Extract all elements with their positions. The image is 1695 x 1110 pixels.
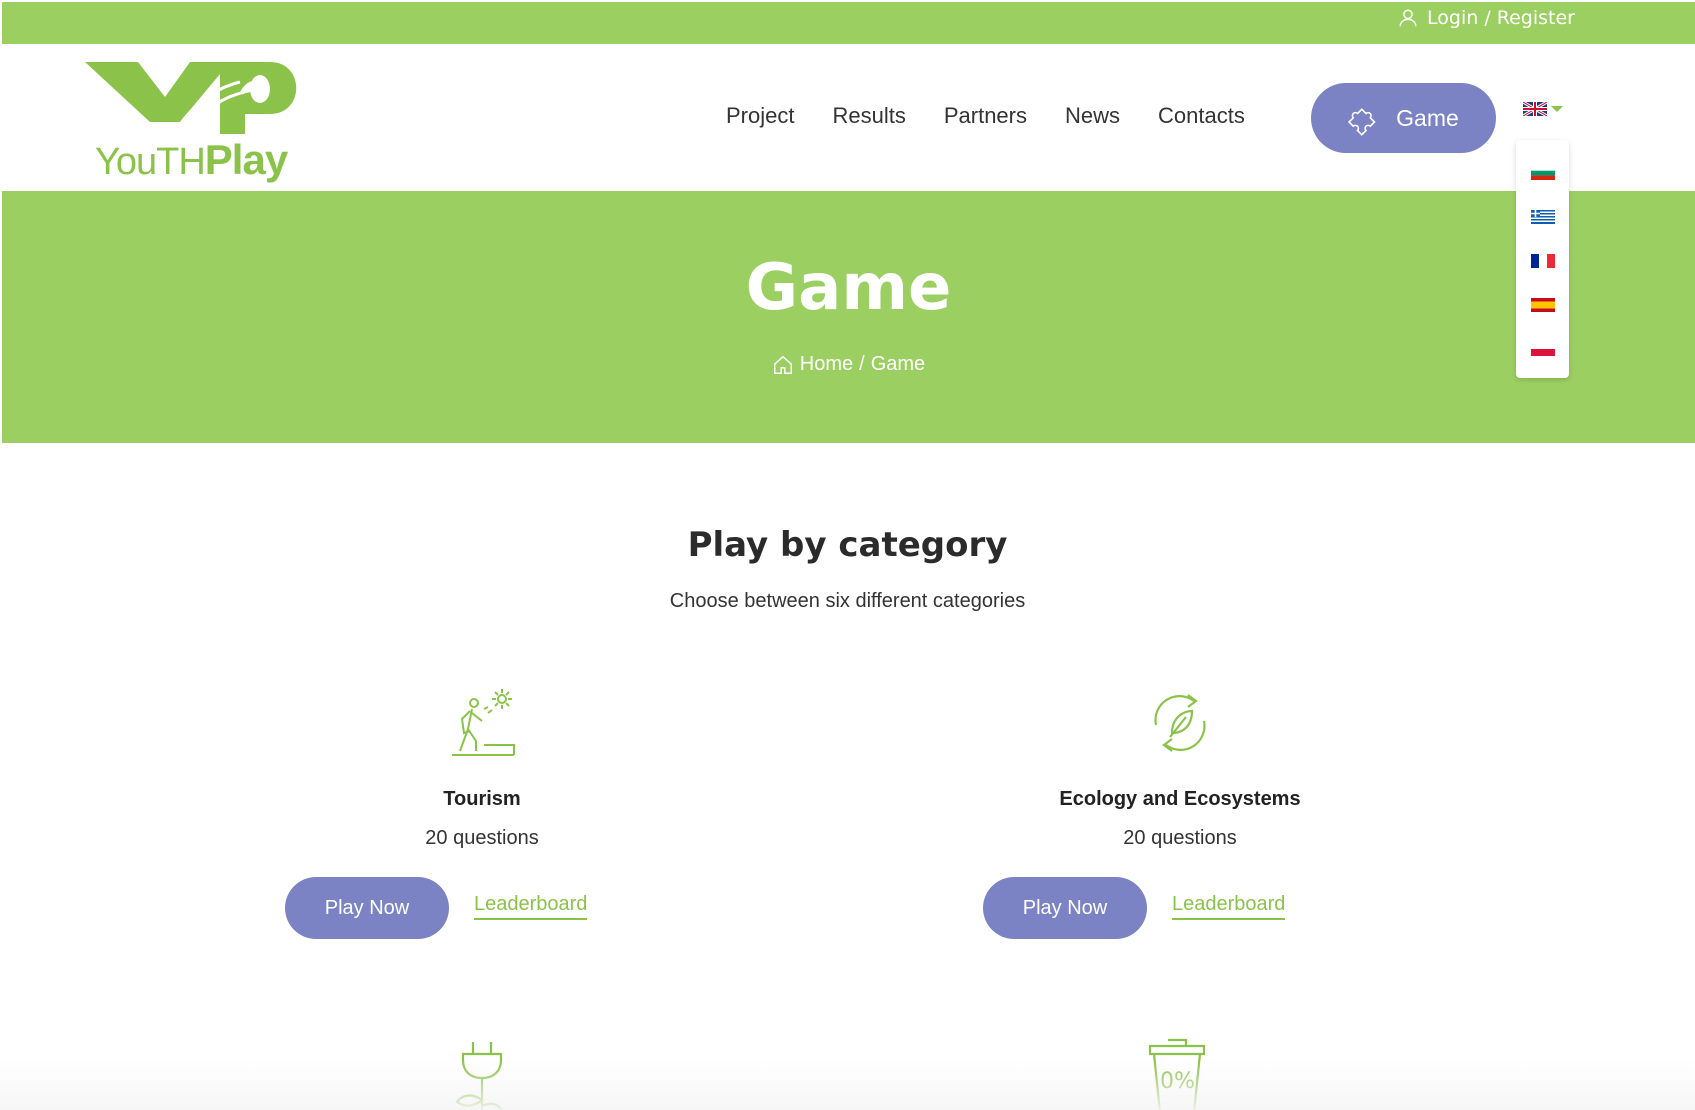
breadcrumb: Home / Game <box>2 353 1695 376</box>
section-title: Play by category <box>687 525 1008 565</box>
chevron-down-icon <box>1551 106 1563 112</box>
breadcrumb-separator: / <box>859 353 865 375</box>
puzzle-icon <box>1348 108 1376 136</box>
leaderboard-link[interactable]: Leaderboard <box>474 893 588 920</box>
language-selector[interactable] <box>1523 102 1563 116</box>
game-button-label: Game <box>1396 104 1459 131</box>
play-now-button[interactable]: Play Now <box>285 877 449 939</box>
category-name: Tourism <box>443 788 521 810</box>
login-register-link[interactable]: Login / Register <box>1397 4 1575 32</box>
nav-item-partners[interactable]: Partners <box>944 103 1027 129</box>
question-count: 20 questions <box>1123 827 1237 849</box>
uk-flag-icon <box>1523 102 1547 116</box>
game-button[interactable]: Game <box>1311 83 1496 153</box>
category-name: Ecology and Ecosystems <box>1059 788 1301 810</box>
bottom-fade-overlay <box>0 1060 1695 1110</box>
youthplay-logo[interactable]: YouTHPlay <box>80 52 310 183</box>
page-hero: Game Home / Game <box>2 191 1695 443</box>
login-register-label: Login / Register <box>1427 7 1575 29</box>
category-card-tourism: Tourism 20 questions Play Now Leaderboar… <box>222 685 742 985</box>
leaderboard-link[interactable]: Leaderboard <box>1172 893 1286 920</box>
nav-item-results[interactable]: Results <box>832 103 905 129</box>
nav-item-contacts[interactable]: Contacts <box>1158 103 1245 129</box>
poland-flag-icon[interactable] <box>1531 342 1555 356</box>
breadcrumb-home-link[interactable]: Home <box>800 353 853 376</box>
main-nav: Project Results Partners News Contacts <box>726 103 1245 129</box>
hiker-icon <box>452 689 515 756</box>
category-card-ecology: Ecology and Ecosystems 20 questions Play… <box>920 685 1440 985</box>
site-header: YouTHPlay Project Results Partners News … <box>0 44 1695 191</box>
nav-item-project[interactable]: Project <box>726 103 794 129</box>
section-subtitle: Choose between six different categories <box>669 590 1026 612</box>
question-count: 20 questions <box>425 827 539 849</box>
user-icon <box>1399 9 1417 27</box>
play-now-button[interactable]: Play Now <box>983 877 1147 939</box>
recycle-leaf-icon <box>1154 694 1206 752</box>
language-dropdown <box>1516 140 1569 378</box>
page-title: Game <box>745 251 952 325</box>
breadcrumb-current: Game <box>870 353 926 375</box>
bulgaria-flag-icon[interactable] <box>1531 166 1555 180</box>
top-bar: Login / Register <box>2 2 1695 44</box>
greece-flag-icon[interactable] <box>1531 210 1555 224</box>
spain-flag-icon[interactable] <box>1531 298 1555 312</box>
home-icon <box>773 355 792 374</box>
nav-item-news[interactable]: News <box>1065 103 1120 129</box>
logo-wordmark: YouTHPlay <box>95 136 288 183</box>
france-flag-icon[interactable] <box>1531 254 1555 268</box>
yp-monogram-icon <box>85 62 297 138</box>
